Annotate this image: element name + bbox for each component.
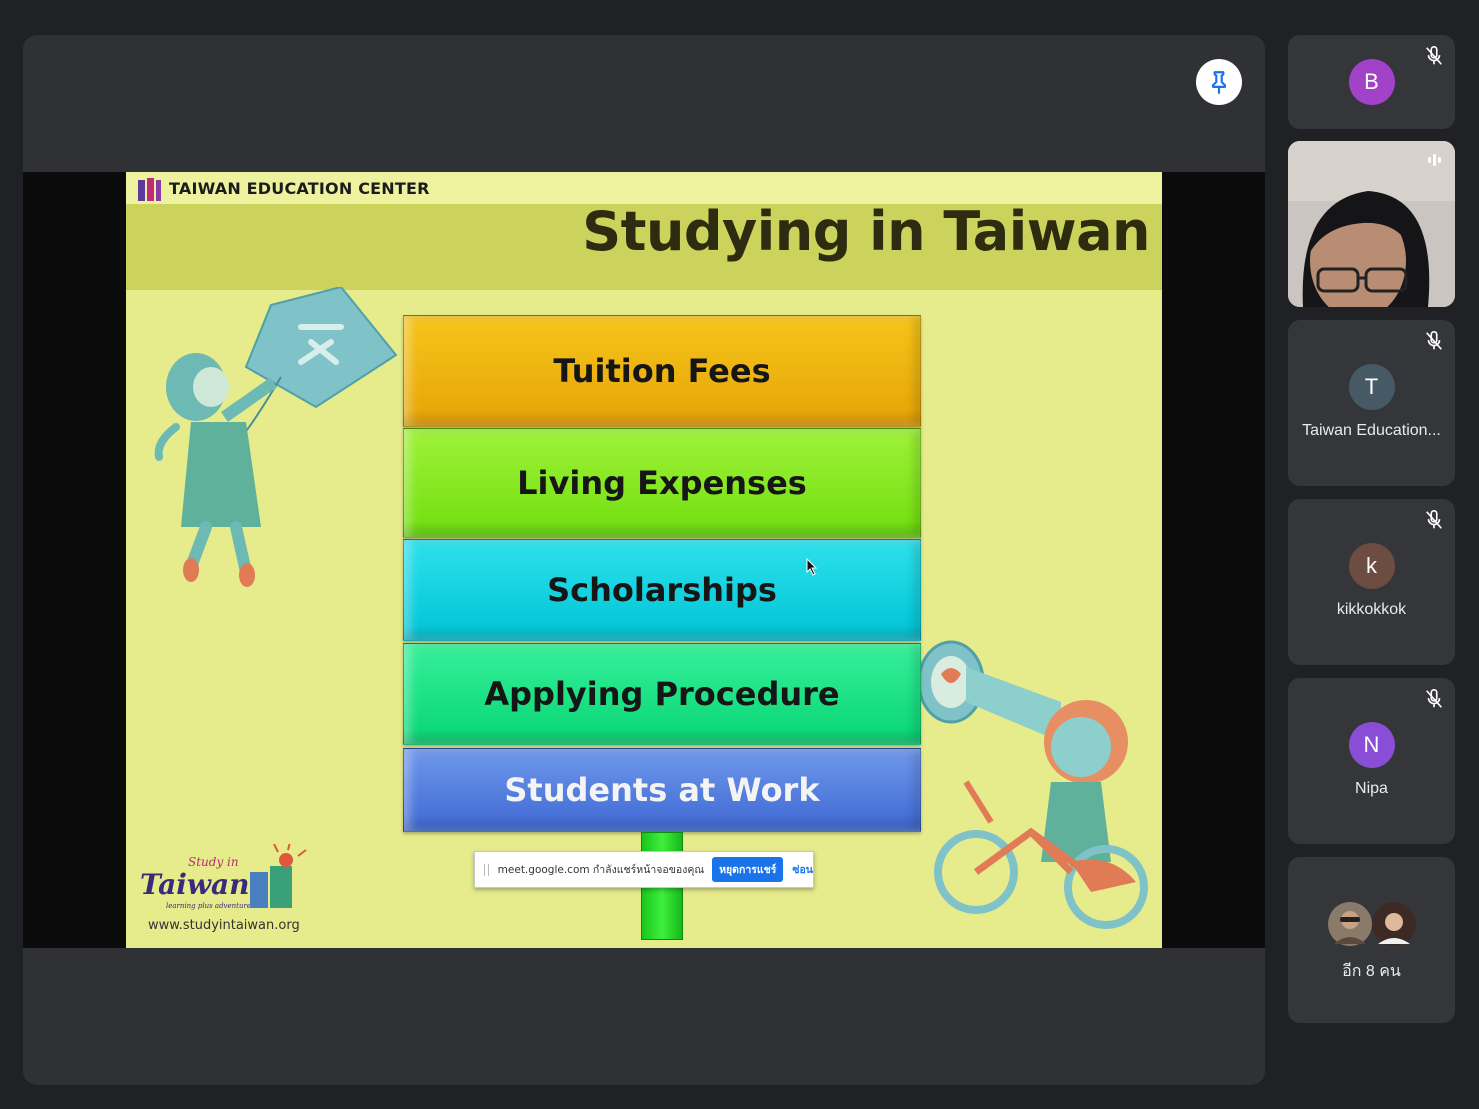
participant-tile-taiwan-education[interactable]: T Taiwan Education... — [1288, 320, 1455, 486]
svg-text:Taiwan: Taiwan — [140, 868, 250, 901]
participant-avatars-group — [1328, 902, 1416, 946]
mic-off-icon — [1426, 46, 1442, 65]
avatar: N — [1348, 722, 1395, 768]
slide: TAIWAN EDUCATION CENTER Studying in Taiw… — [126, 172, 1162, 948]
screen-share-bar: meet.google.com กำลังแชร์หน้าจอของคุณ หย… — [474, 851, 814, 888]
kite-girl-illustration — [154, 287, 398, 587]
bike-kid-illustration — [921, 640, 1148, 929]
meet-window: TAIWAN EDUCATION CENTER Studying in Taiw… — [0, 0, 1479, 1109]
more-participants-tile[interactable]: อีก 8 คน — [1288, 857, 1455, 1023]
block-living-expenses: Living Expenses — [403, 428, 921, 538]
svg-text:learning plus adventure: learning plus adventure — [166, 902, 251, 910]
study-in-taiwan-logo: Study in Taiwan learning plus adventure — [140, 844, 307, 910]
stop-sharing-button[interactable]: หยุดการแชร์ — [712, 857, 784, 882]
block-tuition-fees: Tuition Fees — [403, 315, 921, 427]
hide-button[interactable]: ซ่อน — [792, 861, 813, 878]
speaking-icon — [1423, 151, 1445, 169]
drag-handle[interactable] — [484, 863, 489, 876]
pin-button[interactable] — [1196, 59, 1242, 105]
svg-text:Study in: Study in — [188, 855, 239, 869]
taiwan-education-center-logo-icon — [138, 178, 161, 201]
avatar: k — [1348, 543, 1395, 589]
participant-tile-nipa[interactable]: N Nipa — [1288, 678, 1455, 844]
org-label: TAIWAN EDUCATION CENTER — [169, 179, 430, 198]
cursor-icon — [806, 558, 818, 576]
block-applying-procedure: Applying Procedure — [403, 643, 921, 745]
more-participants-label: อีก 8 คน — [1342, 963, 1401, 980]
participant-tile-video[interactable] — [1288, 141, 1455, 307]
avatar: B — [1348, 59, 1395, 105]
mic-off-icon — [1426, 510, 1442, 529]
participant-tile-b[interactable]: B — [1288, 35, 1455, 129]
mic-off-icon — [1426, 331, 1442, 350]
participant-tile-kikkokkok[interactable]: k kikkokkok — [1288, 499, 1455, 665]
slide-title: Studying in Taiwan — [582, 200, 1150, 263]
logo-url: www.studyintaiwan.org — [148, 918, 300, 933]
participant-name: Nipa — [1355, 780, 1388, 797]
block-scholarships: Scholarships — [403, 539, 921, 641]
shared-screen: TAIWAN EDUCATION CENTER Studying in Taiw… — [23, 172, 1265, 948]
avatar: T — [1348, 364, 1395, 410]
participant-name: kikkokkok — [1336, 601, 1407, 618]
presentation-tile[interactable]: TAIWAN EDUCATION CENTER Studying in Taiw… — [23, 35, 1265, 1085]
pin-icon — [1211, 71, 1227, 94]
participant-name: Taiwan Education... — [1302, 422, 1441, 439]
mic-off-icon — [1426, 689, 1442, 708]
share-message: meet.google.com กำลังแชร์หน้าจอของคุณ — [497, 864, 705, 876]
block-students-at-work: Students at Work — [403, 748, 921, 832]
